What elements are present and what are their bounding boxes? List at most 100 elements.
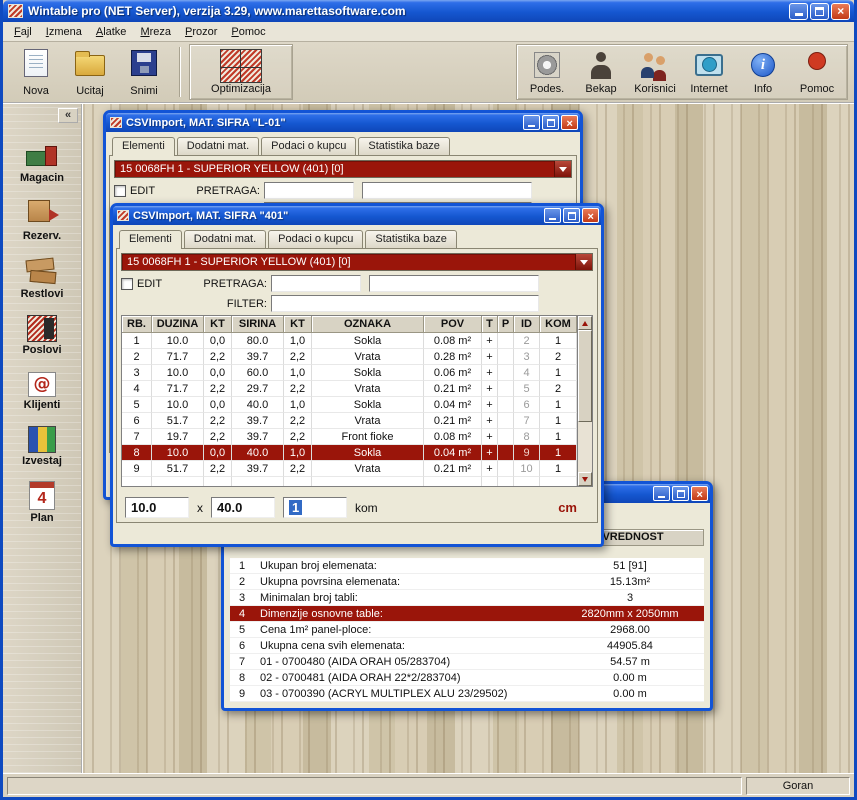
element-row-1[interactable]: 110.00,080.01,0Sokla0.08 m²+21 [122, 333, 577, 349]
col-header-sirina[interactable]: SIRINA [232, 316, 284, 333]
menu-pomoc[interactable]: Pomoc [224, 24, 272, 40]
main-titlebar[interactable]: Wintable pro (NET Server), verzija 3.29,… [3, 0, 854, 22]
backup-button[interactable]: Bekap [574, 46, 628, 98]
material-combobox[interactable]: 15 0068FH 1 - SUPERIOR YELLOW (401) [0] [121, 253, 593, 271]
new-button[interactable]: Nova [9, 44, 63, 100]
tab-statistika-baze[interactable]: Statistika baze [358, 137, 450, 155]
filter-input[interactable] [271, 295, 539, 312]
element-row-5[interactable]: 510.00,040.01,0Sokla0.04 m²+61 [122, 397, 577, 413]
l01-titlebar[interactable]: CSVImport, MAT. SIFRA "L-01" [106, 113, 580, 132]
edit-checkbox[interactable] [121, 278, 133, 290]
jobs-pattern-icon [27, 315, 57, 342]
close-icon[interactable] [582, 208, 599, 223]
stats-row-6[interactable]: 6Ukupna cena svih elemenata:44905.84 [230, 638, 704, 654]
scrollbar-thumb[interactable] [578, 330, 592, 422]
sidebar-item-klijenti[interactable]: Klijenti [6, 368, 78, 411]
tab-podaci-o-kupcu[interactable]: Podaci o kupcu [261, 137, 356, 155]
menu-fajl[interactable]: Fajl [7, 24, 39, 40]
optimization-button[interactable]: Optimizacija [193, 46, 289, 98]
col-header-kom[interactable]: KOM [540, 316, 577, 333]
sidebar-item-restlovi[interactable]: Restlovi [6, 254, 78, 300]
col-header-id[interactable]: ID [514, 316, 540, 333]
scroll-down-icon[interactable] [578, 472, 592, 486]
info-button[interactable]: Info [736, 46, 790, 98]
401-titlebar[interactable]: CSVImport, MAT. SIFRA "401" [113, 206, 601, 225]
pretraga-secondary-input[interactable] [369, 275, 539, 292]
tab-statistika-baze[interactable]: Statistika baze [365, 230, 457, 248]
help-button[interactable]: Pomoc [790, 46, 844, 98]
sidebar-item-izvestaj[interactable]: Izvestaj [6, 423, 78, 467]
col-header-pov[interactable]: POV [424, 316, 482, 333]
element-row-8[interactable]: 810.00,040.01,0Sokla0.04 m²+91 [122, 445, 577, 461]
edit-checkbox[interactable] [114, 185, 126, 197]
tab-dodatni-mat[interactable]: Dodatni mat. [184, 230, 266, 248]
sidebar-item-plan[interactable]: Plan [6, 479, 78, 524]
stats-row-9[interactable]: 903 - 0700390 (ACRYL MULTIPLEX ALU 23/29… [230, 686, 704, 702]
close-icon[interactable] [831, 3, 850, 20]
internet-button[interactable]: Internet [682, 46, 736, 98]
stats-row-1[interactable]: 1Ukupan broj elemenata:51 [91] [230, 558, 704, 574]
close-icon[interactable] [561, 115, 578, 130]
combo-dropdown-icon[interactable] [575, 254, 592, 270]
minimize-icon[interactable] [523, 115, 540, 130]
element-row-4[interactable]: 471.72,229.72,2Vrata0.21 m²+52 [122, 381, 577, 397]
element-row-7[interactable]: 719.72,239.72,2Front fioke0.08 m²+81 [122, 429, 577, 445]
col-header-kt[interactable]: KT [204, 316, 232, 333]
pretraga-secondary-input[interactable] [362, 182, 532, 199]
tab-elementi[interactable]: Elementi [112, 137, 175, 156]
scroll-up-icon[interactable] [578, 316, 592, 330]
minimize-icon[interactable] [653, 486, 670, 501]
minimize-icon[interactable] [789, 3, 808, 20]
settings-button[interactable]: Podes. [520, 46, 574, 98]
tab-podaci-o-kupcu[interactable]: Podaci o kupcu [268, 230, 363, 248]
open-button[interactable]: Ucitaj [63, 44, 117, 100]
vertical-scrollbar[interactable] [577, 316, 592, 486]
close-icon[interactable] [691, 486, 708, 501]
stats-row-5[interactable]: 5Cena 1m² panel-ploce:2968.00 [230, 622, 704, 638]
width-input[interactable]: 10.0 [125, 497, 189, 518]
users-button[interactable]: Korisnici [628, 46, 682, 98]
cell: 1 [540, 413, 577, 429]
stats-row-7[interactable]: 701 - 0700480 (AIDA ORAH 05/283704)54.57… [230, 654, 704, 670]
sidebar-collapse-button[interactable]: « [58, 108, 78, 123]
element-row-6[interactable]: 651.72,239.72,2Vrata0.21 m²+71 [122, 413, 577, 429]
pretraga-input[interactable] [271, 275, 361, 292]
col-header-p[interactable]: P [498, 316, 514, 333]
maximize-icon[interactable] [810, 3, 829, 20]
stats-row-2[interactable]: 2Ukupna povrsina elemenata:15.13m² [230, 574, 704, 590]
stats-row-4[interactable]: 4Dimenzije osnovne table:2820mm x 2050mm [230, 606, 704, 622]
sidebar-item-magacin[interactable]: Magacin [6, 138, 78, 184]
menu-prozor[interactable]: Prozor [178, 24, 224, 40]
maximize-icon[interactable] [672, 486, 689, 501]
element-row-9[interactable]: 951.72,239.72,2Vrata0.21 m²+101 [122, 461, 577, 477]
col-header-kt[interactable]: KT [284, 316, 312, 333]
menu-alatke[interactable]: Alatke [89, 24, 134, 40]
scrollbar-track[interactable] [578, 422, 592, 472]
cell: 10.0 [152, 397, 204, 413]
height-input[interactable]: 40.0 [211, 497, 275, 518]
quantity-input[interactable]: 1 [283, 497, 347, 518]
save-button[interactable]: Snimi [117, 44, 171, 100]
col-header-t[interactable]: T [482, 316, 498, 333]
combo-dropdown-icon[interactable] [554, 161, 571, 177]
window-csvimport-401[interactable]: CSVImport, MAT. SIFRA "401" Elementi Dod… [110, 203, 604, 547]
element-row-2[interactable]: 271.72,239.72,2Vrata0.28 m²+32 [122, 349, 577, 365]
col-header-rb[interactable]: RB. [122, 316, 152, 333]
element-row-3[interactable]: 310.00,060.01,0Sokla0.06 m²+41 [122, 365, 577, 381]
maximize-icon[interactable] [563, 208, 580, 223]
tab-elementi[interactable]: Elementi [119, 230, 182, 249]
minimize-icon[interactable] [544, 208, 561, 223]
stats-row-3[interactable]: 3Minimalan broj tabli:3 [230, 590, 704, 606]
pretraga-input[interactable] [264, 182, 354, 199]
tab-dodatni-mat[interactable]: Dodatni mat. [177, 137, 259, 155]
material-combobox[interactable]: 15 0068FH 1 - SUPERIOR YELLOW (401) [0] [114, 160, 572, 178]
sidebar-item-rezerv[interactable]: Rezerv. [6, 196, 78, 242]
col-header-oznaka[interactable]: OZNAKA [312, 316, 424, 333]
menu-izmena[interactable]: Izmena [39, 24, 89, 40]
element-row-10[interactable] [122, 477, 577, 486]
menu-mreza[interactable]: Mreza [133, 24, 178, 40]
maximize-icon[interactable] [542, 115, 559, 130]
stats-row-8[interactable]: 802 - 0700481 (AIDA ORAH 22*2/283704)0.0… [230, 670, 704, 686]
sidebar-item-poslovi[interactable]: Poslovi [6, 312, 78, 356]
col-header-duzina[interactable]: DUZINA [152, 316, 204, 333]
